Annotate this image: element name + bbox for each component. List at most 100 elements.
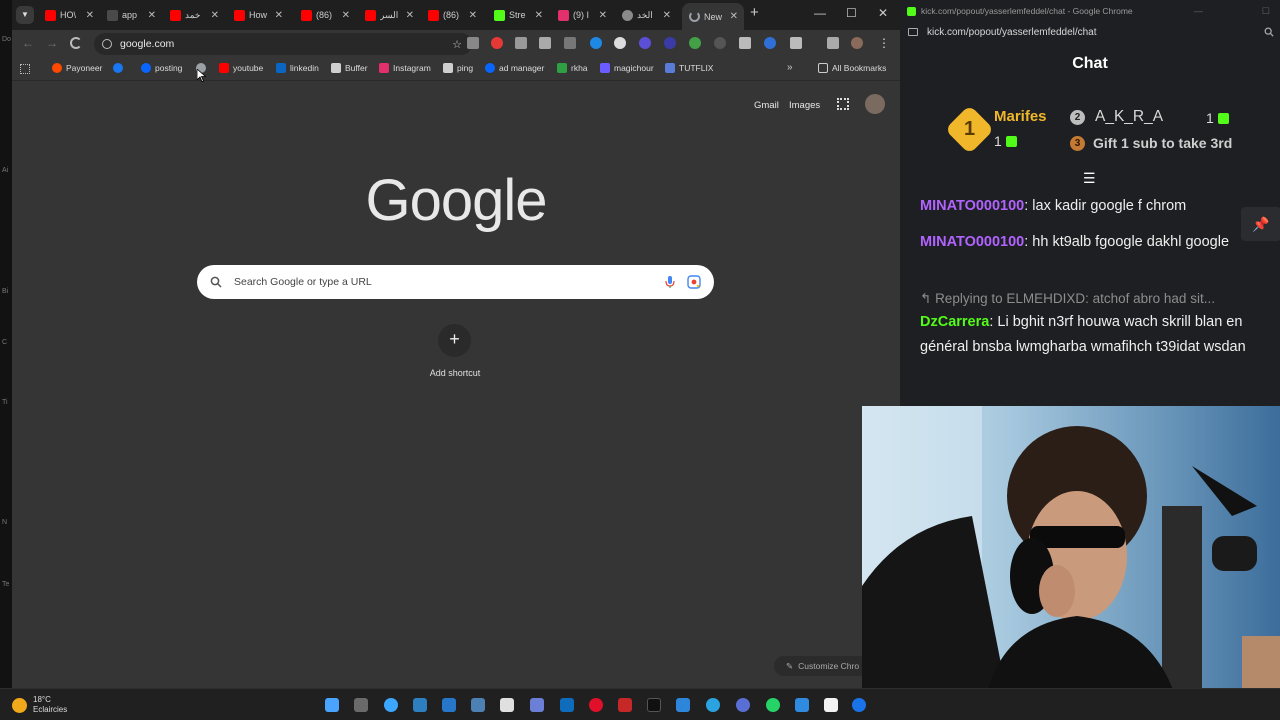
whatsapp-icon[interactable] (766, 698, 780, 712)
tab[interactable]: الخد ✕ (615, 4, 677, 26)
microphone-icon[interactable] (665, 275, 675, 289)
tab[interactable]: How ✕ (227, 4, 289, 26)
new-tab-icon[interactable]: + (750, 4, 759, 21)
extension-icon[interactable] (539, 37, 551, 49)
extensions-puzzle-icon[interactable] (790, 37, 802, 49)
close-icon[interactable]: ✕ (406, 10, 414, 21)
app-icon[interactable] (500, 698, 514, 712)
zoom-icon[interactable] (1264, 27, 1274, 37)
app-icon[interactable] (736, 698, 750, 712)
customize-chrome-button[interactable]: ✎ Customize Chro (774, 656, 874, 676)
search-input[interactable]: Search Google or type a URL (234, 276, 372, 288)
close-icon[interactable]: ✕ (148, 10, 156, 21)
collapse-lines-icon[interactable]: ☰ (1083, 170, 1096, 187)
maximize-icon[interactable]: ☐ (1262, 6, 1270, 17)
start-icon[interactable] (325, 698, 339, 712)
window-close-icon[interactable]: ✕ (878, 6, 888, 20)
images-link[interactable]: Images (789, 100, 820, 111)
apps-grid-icon[interactable] (20, 64, 30, 74)
notion-icon[interactable] (824, 698, 838, 712)
close-icon[interactable]: ✕ (535, 10, 543, 21)
tab[interactable]: السر ✕ (358, 4, 420, 26)
extension-icon[interactable] (614, 37, 626, 49)
apps-grid-icon[interactable] (837, 98, 849, 110)
chat-username[interactable]: MINATO000100 (920, 234, 1024, 250)
opera-icon[interactable] (589, 698, 603, 712)
tab[interactable]: خمد ✕ (163, 4, 225, 26)
search-box[interactable]: Search Google or type a URL (197, 265, 714, 299)
extension-icon[interactable] (714, 37, 726, 49)
profile-avatar[interactable] (851, 37, 863, 49)
bookmark-item[interactable] (113, 63, 127, 73)
bookmark-item[interactable]: ping (443, 63, 473, 73)
extension-icon[interactable] (467, 37, 479, 49)
telegram-icon[interactable] (706, 698, 720, 712)
bookmark-star-icon[interactable]: ☆ (452, 38, 462, 51)
app-icon[interactable] (471, 698, 485, 712)
tab[interactable]: Stre ✕ (487, 4, 549, 26)
outlook-icon[interactable] (560, 698, 574, 712)
tab-active[interactable]: New ✕ (682, 3, 744, 30)
tab[interactable]: (86) ✕ (421, 4, 483, 26)
menu-kebab-icon[interactable]: ⋮ (878, 36, 890, 50)
task-view-icon[interactable] (354, 698, 368, 712)
avatar[interactable] (865, 94, 885, 114)
close-icon[interactable]: ✕ (275, 10, 283, 21)
extension-icon[interactable] (739, 37, 751, 49)
weather-widget[interactable]: 18°C Eclaircies (12, 695, 67, 715)
extension-icon[interactable] (639, 37, 651, 49)
media-control-icon[interactable] (827, 37, 839, 49)
app-icon[interactable] (413, 698, 427, 712)
tab-search-button[interactable]: ▼ (16, 6, 34, 24)
bookmark-item[interactable]: Instagram (379, 63, 431, 73)
site-info-icon[interactable] (102, 39, 112, 49)
extension-icon[interactable] (764, 37, 776, 49)
close-icon[interactable]: ✕ (211, 10, 219, 21)
all-bookmarks-button[interactable]: All Bookmarks (818, 63, 886, 73)
top-gifter-name[interactable]: Marifes (994, 108, 1047, 125)
maximize-icon[interactable]: ☐ (846, 6, 857, 20)
tiktok-icon[interactable] (647, 698, 661, 712)
bookmark-item[interactable]: TUTFLIX (665, 63, 713, 73)
extension-icon[interactable] (564, 37, 576, 49)
tab[interactable]: HO\ ✕ (38, 4, 100, 26)
minimize-icon[interactable]: — (814, 6, 826, 20)
forward-icon[interactable]: → (46, 36, 58, 50)
tab[interactable]: app ✕ (100, 4, 162, 26)
second-gifter-name[interactable]: A_K_R_A (1095, 108, 1163, 126)
minimize-icon[interactable]: — (1194, 6, 1203, 16)
overflow-chevron-icon[interactable]: » (787, 62, 793, 73)
bookmark-item[interactable]: ad manager (485, 63, 544, 73)
bookmark-item[interactable]: Payoneer (52, 63, 102, 73)
reload-icon[interactable] (70, 37, 82, 49)
chat-url-bar[interactable]: kick.com/popout/yasserlemfeddel/chat (900, 22, 1280, 42)
app-icon[interactable] (442, 698, 456, 712)
tab[interactable]: (86) ✕ (294, 4, 356, 26)
bookmark-item[interactable]: Buffer (331, 63, 368, 73)
site-settings-icon[interactable] (908, 28, 918, 36)
chat-username[interactable]: MINATO000100 (920, 198, 1024, 214)
bookmark-item[interactable]: youtube (219, 63, 263, 73)
close-icon[interactable]: ✕ (599, 10, 607, 21)
chrome-icon[interactable] (852, 698, 866, 712)
bookmark-item[interactable]: magichour (600, 63, 654, 73)
address-bar[interactable]: google.com ☆ (94, 33, 472, 55)
google-lens-icon[interactable] (687, 275, 701, 289)
close-icon[interactable]: ✕ (730, 11, 738, 22)
bookmark-item[interactable]: rkha (557, 63, 588, 73)
close-icon[interactable]: ✕ (342, 10, 350, 21)
close-icon[interactable]: ✕ (469, 10, 477, 21)
extension-icon[interactable] (491, 37, 503, 49)
back-icon[interactable]: ← (22, 36, 34, 50)
app-icon[interactable] (618, 698, 632, 712)
extension-icon[interactable] (590, 37, 602, 49)
copilot-icon[interactable] (384, 698, 398, 712)
store-icon[interactable] (530, 698, 544, 712)
gmail-link[interactable]: Gmail (754, 100, 779, 111)
chat-username[interactable]: DzCarrera (920, 314, 989, 330)
extension-icon[interactable] (515, 37, 527, 49)
extension-icon[interactable] (689, 37, 701, 49)
extension-icon[interactable] (664, 37, 676, 49)
close-icon[interactable]: ✕ (663, 10, 671, 21)
bookmark-item[interactable]: linkedin (276, 63, 319, 73)
